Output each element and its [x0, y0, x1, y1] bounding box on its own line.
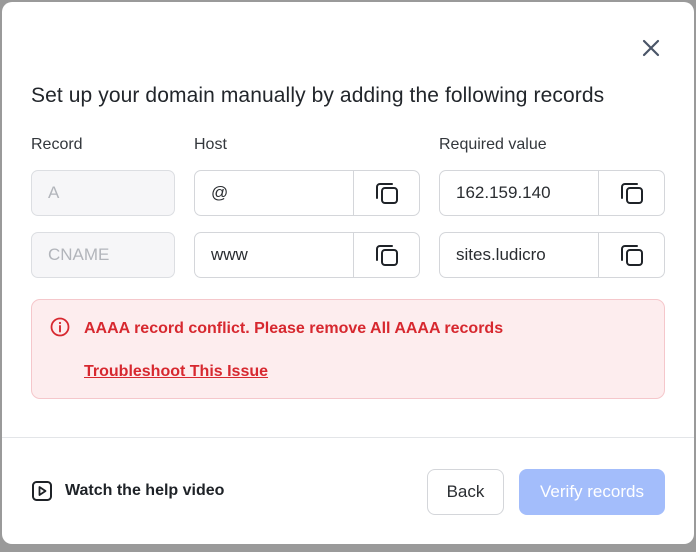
required-value[interactable]: sites.ludicro — [440, 233, 598, 277]
close-icon — [642, 39, 660, 57]
troubleshoot-link[interactable]: Troubleshoot This Issue — [84, 363, 268, 381]
error-alert: AAAA record conflict. Please remove All … — [31, 299, 665, 399]
host-field-a[interactable]: @ — [194, 170, 420, 216]
dialog-title: Set up your domain manually by adding th… — [31, 84, 605, 107]
alert-message: AAAA record conflict. Please remove All … — [84, 320, 504, 337]
required-value[interactable]: 162.159.140 — [440, 171, 598, 215]
record-column-header: Record — [31, 136, 83, 153]
required-value-field-cname[interactable]: sites.ludicro — [439, 232, 665, 278]
host-column-header: Host — [194, 136, 227, 153]
copy-value-button[interactable] — [598, 171, 664, 215]
back-button[interactable]: Back — [427, 469, 504, 515]
record-type-value: CNAME — [48, 245, 110, 264]
copy-icon — [375, 245, 398, 266]
copy-icon — [620, 183, 643, 204]
info-circle-icon — [50, 317, 70, 337]
footer-divider — [2, 437, 694, 438]
host-value[interactable]: @ — [195, 171, 353, 215]
help-video-link[interactable]: Watch the help video — [31, 480, 224, 502]
host-value[interactable]: www — [195, 233, 353, 277]
copy-host-button[interactable] — [353, 233, 419, 277]
required-value-column-header: Required value — [439, 136, 547, 153]
play-square-icon — [32, 481, 52, 501]
verify-records-button[interactable]: Verify records — [519, 469, 665, 515]
required-value-field-a[interactable]: 162.159.140 — [439, 170, 665, 216]
record-type-value: A — [48, 183, 60, 202]
copy-icon — [375, 183, 398, 204]
dns-setup-dialog: Set up your domain manually by adding th… — [2, 2, 694, 544]
close-button[interactable] — [638, 35, 664, 61]
copy-icon — [620, 245, 643, 266]
record-type-field-cname: CNAME — [31, 232, 175, 278]
copy-host-button[interactable] — [353, 171, 419, 215]
host-field-cname[interactable]: www — [194, 232, 420, 278]
help-video-label: Watch the help video — [65, 482, 225, 499]
copy-value-button[interactable] — [598, 233, 664, 277]
record-type-field-a: A — [31, 170, 175, 216]
